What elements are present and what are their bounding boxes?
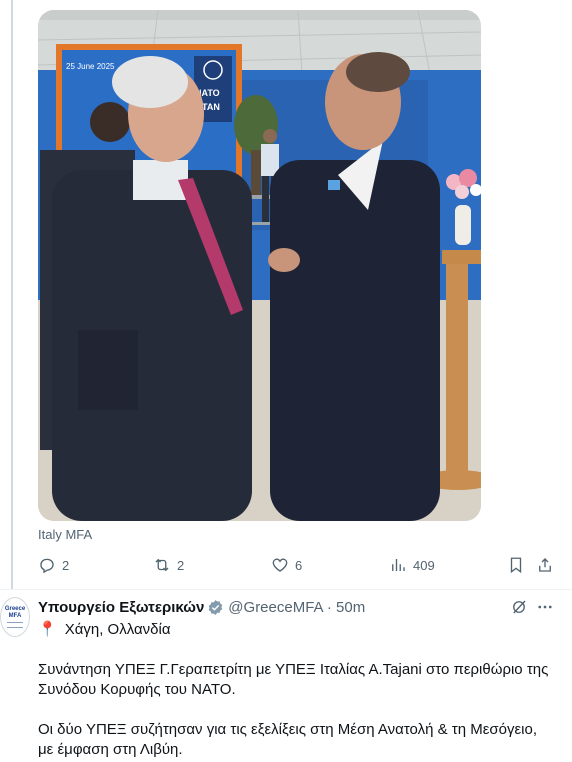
avatar-logo-line1: Greece	[4, 606, 26, 612]
thread-connector-line	[11, 0, 13, 590]
bookmark-button[interactable]	[507, 552, 525, 578]
location-pin-icon: 📍	[38, 621, 57, 638]
more-dots-icon	[538, 605, 552, 609]
like-button[interactable]: 6	[271, 552, 302, 578]
views-button[interactable]: 409	[389, 552, 435, 578]
avatar[interactable]: Greece MFA	[0, 597, 30, 637]
bookmark-icon	[510, 557, 522, 574]
photo-illustration: 25 June 2025 NATO OTAN	[38, 10, 481, 521]
reply-icon	[40, 558, 54, 574]
like-count: 6	[295, 557, 303, 573]
repost-count: 2	[177, 557, 185, 573]
photo-date-text: 25 June 2025	[66, 62, 115, 71]
handle-and-time[interactable]: @GreeceMFA · 50m	[228, 599, 365, 616]
grok-icon	[513, 600, 526, 614]
tweet-text-line: με έμφαση στη Λιβύη.	[38, 741, 183, 758]
share-icon	[539, 558, 551, 572]
more-options-button[interactable]	[536, 597, 554, 617]
heart-icon	[272, 558, 288, 572]
avatar-logo-line2: MFA	[8, 613, 22, 619]
display-name[interactable]: Υπουργείο Εξωτερικών	[38, 599, 204, 616]
repost-icon	[155, 558, 169, 572]
tweet-header: Υπουργείο Εξωτερικών @GreeceMFA · 50m	[38, 597, 365, 617]
share-button[interactable]	[536, 552, 554, 578]
tweet-photo[interactable]: 25 June 2025 NATO OTAN	[38, 10, 481, 521]
verified-badge-icon	[207, 599, 224, 616]
grok-button[interactable]	[510, 597, 528, 617]
tweet-text-line: Οι δύο ΥΠΕΞ συζήτησαν για τις εξελίξεις …	[38, 721, 538, 738]
tweet-text-line: Συνόδου Κορυφής του ΝΑΤΟ.	[38, 681, 236, 698]
avatar-logo-rule	[7, 622, 23, 628]
repost-button[interactable]: 2	[153, 552, 184, 578]
views-count: 409	[413, 557, 435, 573]
tweet-divider	[0, 589, 572, 590]
tweet-text-line: Συνάντηση ΥΠΕΞ Γ.Γεραπετρίτη με ΥΠΕΞ Ιτα…	[38, 661, 549, 678]
location-text: Χάγη, Ολλανδία	[64, 620, 171, 638]
reply-button[interactable]: 2	[38, 552, 69, 578]
views-chart-icon	[392, 559, 405, 571]
photo-credit: Italy MFA	[38, 527, 93, 542]
tweet-action-bar: 2 2 6 409	[38, 552, 558, 578]
location-line: 📍 Χάγη, Ολλανδία	[38, 620, 171, 639]
reply-count: 2	[62, 557, 70, 573]
